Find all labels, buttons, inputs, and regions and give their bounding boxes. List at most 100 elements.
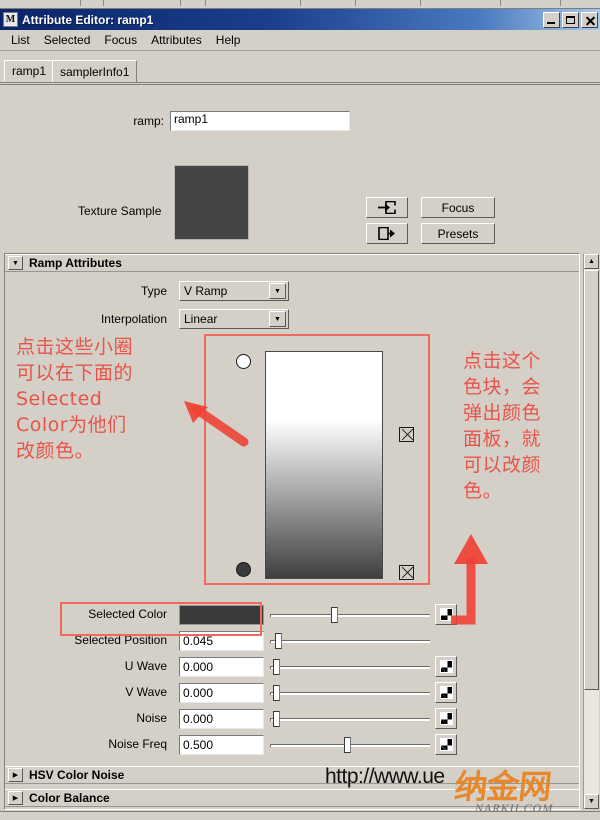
selected-position-input[interactable]: 0.045 xyxy=(179,631,264,651)
row-noise: Noise 0.000 xyxy=(5,708,579,732)
output-connection-icon[interactable] xyxy=(366,223,408,244)
menu-item-help[interactable]: Help xyxy=(209,31,248,49)
menu-item-list[interactable]: List xyxy=(4,31,37,49)
presets-button[interactable]: Presets xyxy=(421,223,495,244)
texture-sample-swatch[interactable] xyxy=(174,165,249,240)
noise-label: Noise xyxy=(136,711,167,725)
noise-freq-map-button[interactable] xyxy=(435,734,457,755)
ramp-delete-bottom-icon[interactable] xyxy=(399,565,414,580)
ramp-gradient-strip[interactable] xyxy=(265,351,383,579)
scroll-up-arrow[interactable]: ▲ xyxy=(584,254,599,269)
window-controls xyxy=(543,11,598,28)
maximize-button[interactable] xyxy=(562,11,579,28)
selected-color-map-button[interactable] xyxy=(435,604,457,625)
checker-map-icon xyxy=(439,660,453,673)
noise-map-button[interactable] xyxy=(435,708,457,729)
selected-position-slider[interactable] xyxy=(270,631,430,651)
menu-bar: List Selected Focus Attributes Help xyxy=(0,30,600,51)
watermark-url: http://www.ue xyxy=(325,765,445,788)
menu-item-focus[interactable]: Focus xyxy=(97,31,144,49)
v-wave-slider[interactable] xyxy=(270,683,430,703)
row-interpolation: Interpolation Linear ▼ xyxy=(5,309,579,331)
selected-color-swatch[interactable] xyxy=(179,605,264,625)
u-wave-map-button[interactable] xyxy=(435,656,457,677)
v-wave-map-button[interactable] xyxy=(435,682,457,703)
u-wave-input[interactable]: 0.000 xyxy=(179,657,264,677)
annotation-left-text: 点击这些小圈 可以在下面的 Selected Color为他们 改颜色。 xyxy=(16,336,134,462)
row-noise-freq: Noise Freq 0.500 xyxy=(5,734,579,758)
close-button[interactable] xyxy=(581,11,598,28)
ramp-marker-bottom[interactable] xyxy=(236,561,251,577)
checker-map-icon xyxy=(439,738,453,751)
noise-freq-slider[interactable] xyxy=(270,735,430,755)
section-header-ramp-attributes[interactable]: ▼ Ramp Attributes xyxy=(5,254,579,272)
minimize-button[interactable] xyxy=(543,11,560,28)
slider-thumb[interactable] xyxy=(273,711,280,727)
v-wave-input[interactable]: 0.000 xyxy=(179,683,264,703)
ramp-marker-top[interactable] xyxy=(236,354,251,370)
checker-map-icon xyxy=(439,712,453,725)
maya-m-icon: M xyxy=(3,12,18,27)
input-connection-icon[interactable] xyxy=(366,197,408,218)
slider-track xyxy=(270,718,430,721)
bottom-window-sliver xyxy=(0,811,600,820)
slider-track xyxy=(270,666,430,669)
slider-thumb[interactable] xyxy=(273,659,280,675)
row-u-wave: U Wave 0.000 xyxy=(5,656,579,680)
slider-track xyxy=(270,692,430,695)
tab-ramp1[interactable]: ramp1 xyxy=(4,60,55,82)
row-selected-position: Selected Position 0.045 xyxy=(5,630,579,654)
checker-map-icon xyxy=(439,608,453,621)
slider-thumb[interactable] xyxy=(275,633,282,649)
section-title-color-balance: Color Balance xyxy=(29,791,110,805)
chevron-right-icon[interactable]: ▶ xyxy=(8,791,23,805)
tab-samplerinfo1[interactable]: samplerInfo1 xyxy=(52,60,138,82)
slider-track xyxy=(270,614,430,617)
type-value: V Ramp xyxy=(184,284,228,298)
interpolation-value: Linear xyxy=(184,312,218,326)
watermark-logo: 纳金网 NARKII.COM xyxy=(453,760,600,818)
window-title: Attribute Editor: ramp1 xyxy=(22,12,154,27)
input-connection-glyph xyxy=(378,201,396,214)
type-dropdown[interactable]: V Ramp ▼ xyxy=(179,281,289,301)
tab-strip: ramp1 samplerInfo1 xyxy=(0,55,600,83)
selected-position-label: Selected Position xyxy=(74,633,167,647)
noise-slider[interactable] xyxy=(270,709,430,729)
output-connection-glyph xyxy=(378,227,395,240)
chevron-down-icon[interactable]: ▼ xyxy=(8,256,23,270)
focus-button[interactable]: Focus xyxy=(421,197,495,218)
background-window-sliver xyxy=(0,0,600,9)
ramp-name-input[interactable]: ramp1 xyxy=(170,111,350,131)
ramp-name-label: ramp: xyxy=(133,114,164,128)
ramp-gradient-widget[interactable] xyxy=(208,339,433,587)
section-title-hsv-color-noise: HSV Color Noise xyxy=(29,768,125,782)
row-type: Type V Ramp ▼ xyxy=(5,281,579,303)
ramp-delete-top-icon[interactable] xyxy=(399,427,414,442)
slider-thumb[interactable] xyxy=(331,607,338,623)
chevron-down-icon[interactable]: ▼ xyxy=(269,283,286,299)
ramp-name-row: ramp: ramp1 xyxy=(0,111,600,131)
noise-input[interactable]: 0.000 xyxy=(179,709,264,729)
noise-freq-input[interactable]: 0.500 xyxy=(179,735,264,755)
node-header-panel: ramp: ramp1 Focus Presets Texture Sample xyxy=(0,84,600,251)
vertical-scrollbar[interactable]: ▲ ▼ xyxy=(583,254,599,809)
selected-color-label: Selected Color xyxy=(88,607,167,621)
slider-thumb[interactable] xyxy=(273,685,280,701)
noise-freq-label: Noise Freq xyxy=(108,737,167,751)
checker-map-icon xyxy=(439,686,453,699)
row-selected-color: Selected Color xyxy=(5,604,579,628)
type-label: Type xyxy=(140,284,167,298)
menu-item-attributes[interactable]: Attributes xyxy=(144,31,209,49)
menu-item-selected[interactable]: Selected xyxy=(37,31,98,49)
slider-thumb[interactable] xyxy=(344,737,351,753)
selected-color-slider[interactable] xyxy=(270,605,430,625)
interpolation-dropdown[interactable]: Linear ▼ xyxy=(179,309,289,329)
chevron-right-icon[interactable]: ▶ xyxy=(8,768,23,782)
scrollbar-thumb[interactable] xyxy=(584,270,599,690)
title-bar[interactable]: M Attribute Editor: ramp1 xyxy=(0,9,600,30)
slider-track xyxy=(270,640,430,643)
chevron-down-icon[interactable]: ▼ xyxy=(269,311,286,327)
u-wave-slider[interactable] xyxy=(270,657,430,677)
interpolation-label: Interpolation xyxy=(100,312,167,326)
section-title-ramp-attributes: Ramp Attributes xyxy=(29,256,122,270)
